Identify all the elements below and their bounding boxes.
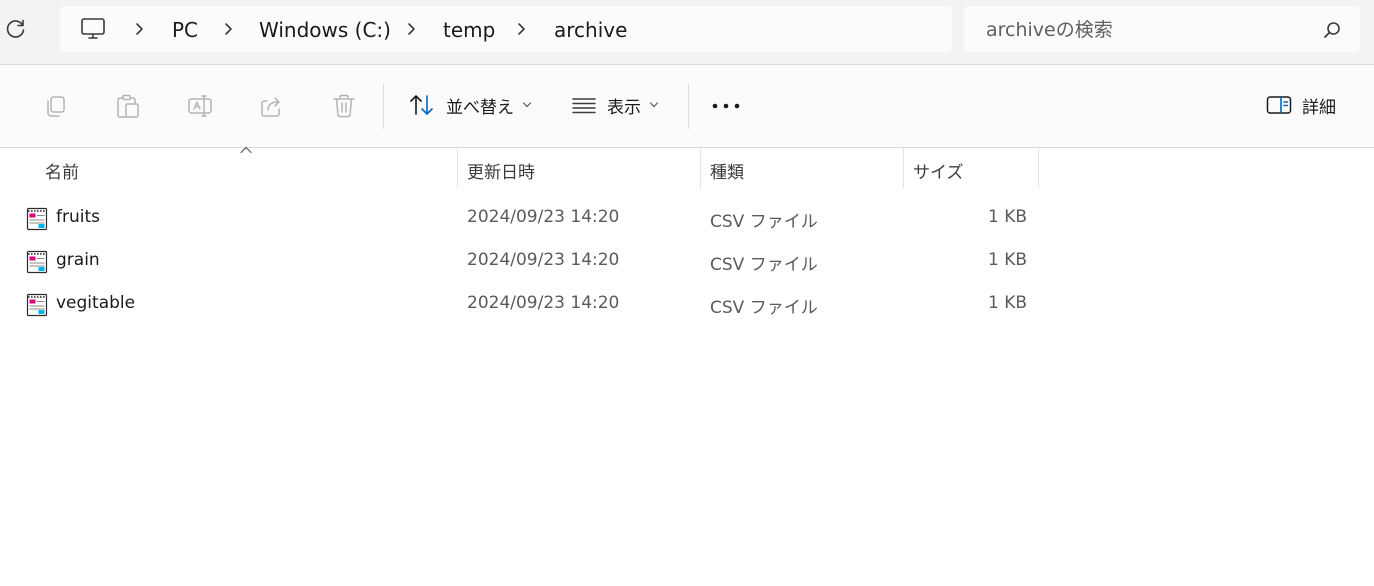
breadcrumb-archive[interactable]: archive: [554, 18, 627, 42]
more-options-icon[interactable]: [711, 100, 741, 112]
chevron-right-icon[interactable]: [221, 22, 235, 36]
column-divider[interactable]: [903, 148, 904, 188]
file-size: 1 KB: [987, 207, 1027, 227]
chevron-right-icon[interactable]: [132, 22, 146, 36]
file-name[interactable]: grain: [56, 250, 100, 270]
monitor-icon[interactable]: [80, 17, 106, 41]
chevron-down-icon: [522, 102, 532, 108]
refresh-icon[interactable]: [4, 17, 28, 41]
column-name[interactable]: 名前: [45, 158, 79, 183]
file-date: 2024/09/23 14:20: [467, 250, 620, 270]
file-row-fruits[interactable]: fruits 2024/09/23 14:20 CSV ファイル 1 KB: [20, 198, 1040, 238]
file-name[interactable]: fruits: [56, 207, 100, 227]
search-icon[interactable]: [1322, 20, 1342, 40]
sort-label: 並べ替え: [446, 97, 514, 118]
search-input[interactable]: [984, 16, 1308, 44]
csv-file-icon: [26, 293, 48, 317]
sort-button[interactable]: 並べ替え: [408, 87, 532, 123]
view-label: 表示: [607, 97, 641, 118]
column-date-modified[interactable]: 更新日時: [467, 158, 535, 183]
delete-icon[interactable]: [331, 93, 357, 119]
breadcrumb[interactable]: PC Windows (C:) temp archive: [60, 6, 952, 52]
column-header: 名前 更新日時 種類 サイズ: [0, 146, 1374, 190]
column-divider[interactable]: [1038, 148, 1039, 188]
file-size: 1 KB: [987, 293, 1027, 313]
file-type: CSV ファイル: [710, 212, 818, 232]
list-view-icon: [572, 98, 596, 114]
csv-file-icon: [26, 207, 48, 231]
column-divider[interactable]: [457, 148, 458, 188]
file-name[interactable]: vegitable: [56, 293, 135, 313]
file-date: 2024/09/23 14:20: [467, 293, 620, 313]
toolbar-divider: [688, 83, 689, 129]
share-icon[interactable]: [259, 93, 285, 119]
breadcrumb-windows-c[interactable]: Windows (C:): [259, 18, 391, 42]
search-box[interactable]: [964, 6, 1360, 52]
column-size[interactable]: サイズ: [913, 158, 964, 183]
rename-icon[interactable]: [187, 93, 213, 119]
breadcrumb-temp[interactable]: temp: [443, 18, 495, 42]
column-divider[interactable]: [700, 148, 701, 188]
breadcrumb-pc[interactable]: PC: [172, 18, 198, 42]
view-button[interactable]: 表示: [571, 87, 659, 123]
sort-ascending-icon: [240, 146, 252, 154]
sort-arrows-icon: [410, 95, 433, 115]
chevron-right-icon[interactable]: [514, 22, 528, 36]
chevron-down-icon: [649, 102, 659, 108]
file-type: CSV ファイル: [710, 298, 818, 318]
file-type: CSV ファイル: [710, 255, 818, 275]
paste-icon[interactable]: [115, 93, 141, 119]
column-type[interactable]: 種類: [710, 158, 744, 183]
chevron-right-icon[interactable]: [404, 22, 418, 36]
toolbar-divider: [383, 83, 384, 129]
copy-icon[interactable]: [43, 93, 69, 119]
file-row-grain[interactable]: grain 2024/09/23 14:20 CSV ファイル 1 KB: [20, 241, 1040, 281]
csv-file-icon: [26, 250, 48, 274]
file-row-vegitable[interactable]: vegitable 2024/09/23 14:20 CSV ファイル 1 KB: [20, 284, 1040, 324]
command-bar: 並べ替え 表示 詳細: [0, 65, 1374, 148]
address-bar: PC Windows (C:) temp archive: [0, 0, 1374, 65]
details-pane-icon: [1266, 96, 1292, 114]
file-date: 2024/09/23 14:20: [467, 207, 620, 227]
details-pane-button[interactable]: 詳細: [1266, 87, 1336, 123]
details-label: 詳細: [1302, 97, 1336, 118]
file-size: 1 KB: [987, 250, 1027, 270]
